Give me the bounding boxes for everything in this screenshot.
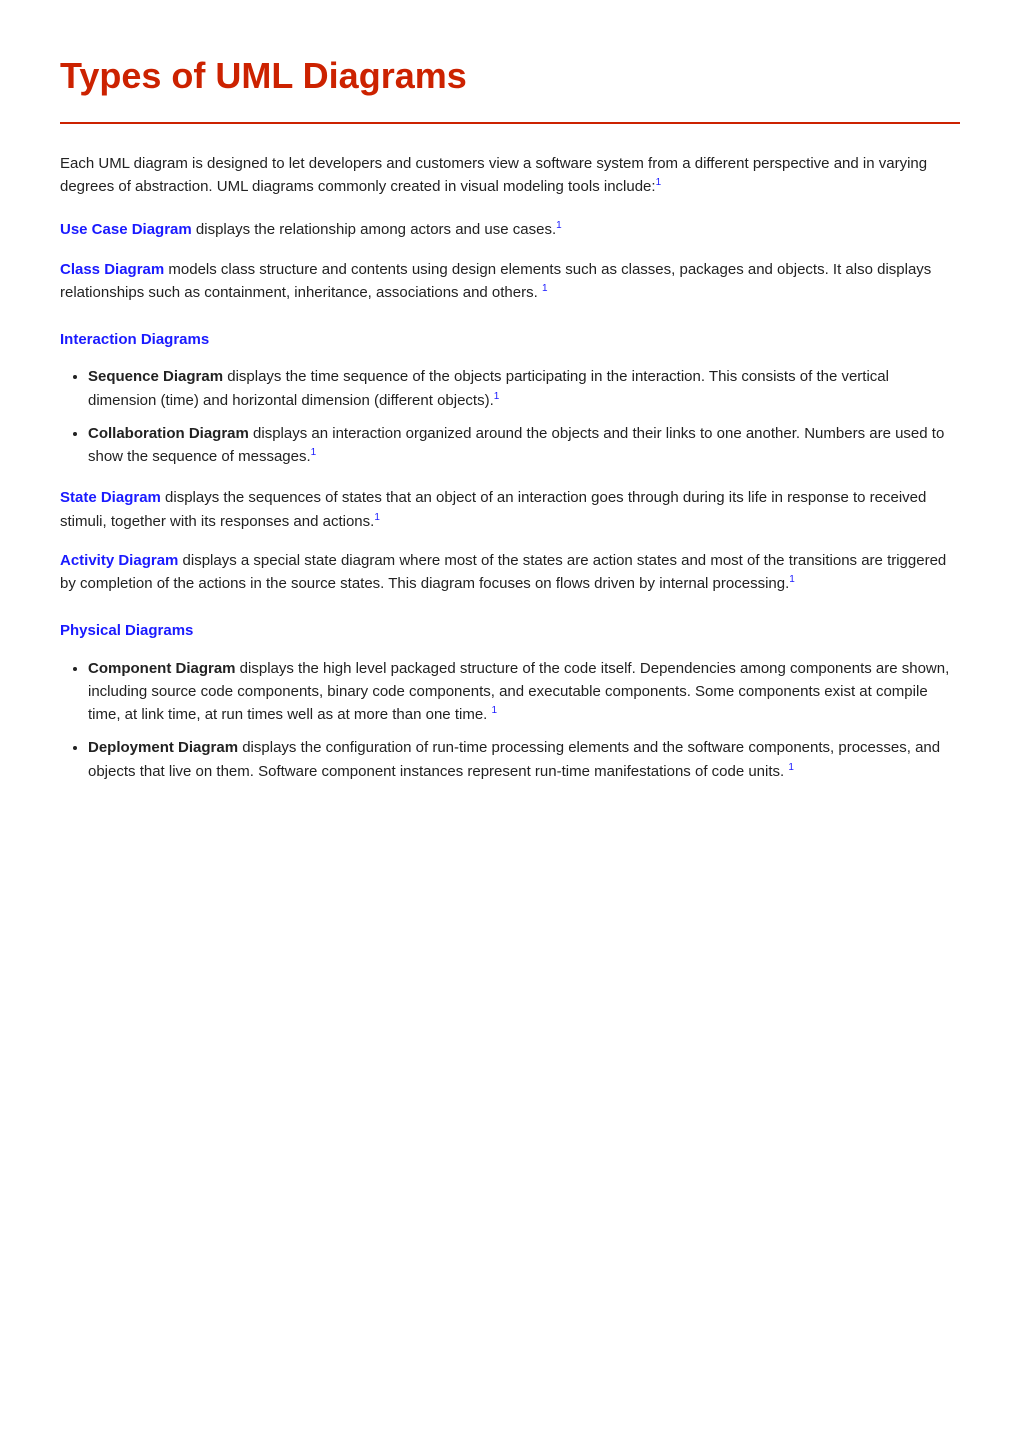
physical-list: Component Diagram displays the high leve… [88, 657, 960, 783]
list-item: Deployment Diagram displays the configur… [88, 736, 960, 783]
component-diagram-term: Component Diagram [88, 660, 236, 677]
activity-diagram-paragraph: Activity Diagram displays a special stat… [60, 549, 960, 596]
class-diagram-text: models class structure and contents usin… [60, 261, 931, 301]
collaboration-diagram-term: Collaboration Diagram [88, 425, 249, 442]
sequence-diagram-term: Sequence Diagram [88, 368, 223, 385]
use-case-link[interactable]: Use Case Diagram [60, 221, 192, 238]
deployment-diagram-term: Deployment Diagram [88, 739, 238, 756]
state-diagram-paragraph: State Diagram displays the sequences of … [60, 486, 960, 533]
class-diagram-link[interactable]: Class Diagram [60, 261, 164, 278]
intro-paragraph: Each UML diagram is designed to let deve… [60, 152, 960, 199]
state-diagram-link[interactable]: State Diagram [60, 489, 161, 506]
interaction-list: Sequence Diagram displays the time seque… [88, 365, 960, 468]
page-title: Types of UML Diagrams [60, 48, 960, 104]
activity-diagram-link[interactable]: Activity Diagram [60, 552, 178, 569]
use-case-paragraph: Use Case Diagram displays the relationsh… [60, 218, 960, 241]
list-item: Collaboration Diagram displays an intera… [88, 422, 960, 469]
activity-diagram-text: displays a special state diagram where m… [60, 552, 946, 592]
list-item: Component Diagram displays the high leve… [88, 657, 960, 727]
use-case-text: displays the relationship among actors a… [192, 221, 556, 238]
state-diagram-text: displays the sequences of states that an… [60, 489, 926, 529]
list-item: Sequence Diagram displays the time seque… [88, 365, 960, 412]
physical-heading: Physical Diagrams [60, 619, 960, 642]
class-diagram-paragraph: Class Diagram models class structure and… [60, 258, 960, 305]
interaction-heading: Interaction Diagrams [60, 328, 960, 351]
title-divider [60, 122, 960, 124]
